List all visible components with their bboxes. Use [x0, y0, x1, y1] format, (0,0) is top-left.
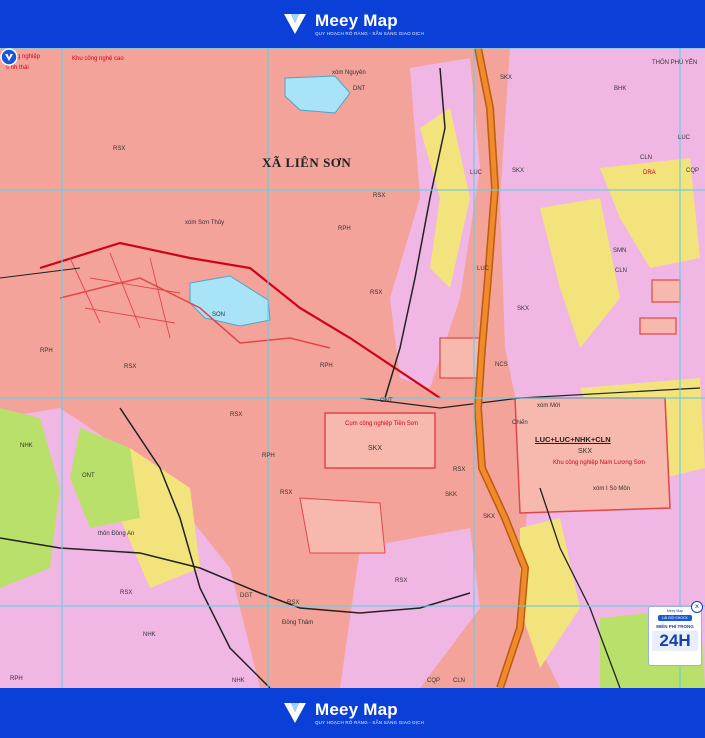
code-rph-4: RPH: [320, 363, 333, 369]
map-label-thon-phu-yen: THÔN PHÚ YÊN: [652, 60, 698, 66]
code-skx-2: SKX: [512, 168, 525, 174]
code-rph-2: RPH: [40, 348, 53, 354]
footer-brand-name: Meey Map: [314, 699, 398, 719]
code-rph-1: RPH: [338, 226, 351, 232]
code-ont-1: ONT: [82, 473, 95, 479]
code-luc-3: LUC: [678, 135, 691, 141]
code-nhk-2: NHK: [143, 632, 156, 638]
map-label-khu-cong-nghe-cao: Khu công nghệ cao: [72, 56, 124, 62]
bottom-footer-bar: Meey Map QUY HOẠCH RÕ RÀNG - SẴN SÀNG GI…: [0, 688, 705, 738]
code-rsx-9: RSX: [230, 412, 243, 418]
map-label-luc-combo: LUC+LUC+NHK+CLN: [535, 435, 611, 444]
planning-map[interactable]: Nông nghiệp s nh thái Khu công nghệ cao …: [0, 48, 705, 688]
code-ont-2: ONT: [380, 398, 393, 404]
brand-logo-group[interactable]: Meey Map QUY HOẠCH RÕ RÀNG - SẴN SÀNG GI…: [281, 10, 424, 38]
map-label-skx-main: SKX: [578, 448, 593, 455]
map-label-dong-tham: Đồng Thâm: [282, 620, 314, 626]
code-dnt-1: DNT: [353, 86, 366, 92]
code-skk-1: SKK: [445, 492, 458, 498]
code-rsx-1: RSX: [113, 146, 126, 152]
promo-badge-pill: LÀI BỘI SHOCK: [658, 615, 692, 621]
code-rsx-4: RSX: [280, 490, 293, 496]
brand-name: Meey Map: [314, 10, 398, 30]
code-rsx-8: RSX: [373, 193, 386, 199]
code-ncs-1: NCS: [495, 362, 508, 368]
meey-map-logo-icon: [283, 14, 306, 34]
meey-map-logo-icon: [283, 703, 306, 723]
map-label-xom-moi: xóm Mới: [537, 403, 561, 409]
top-header-bar: Meey Map QUY HOẠCH RÕ RÀNG - SẴN SÀNG GI…: [0, 0, 705, 48]
close-icon[interactable]: ×: [691, 601, 703, 613]
code-smn-1: SMN: [613, 248, 627, 254]
code-rsx-2: RSX: [370, 290, 383, 296]
code-rsx-6: RSX: [287, 600, 300, 606]
map-canvas: [0, 48, 705, 688]
code-skx-3: SKX: [517, 306, 530, 312]
location-marker-icon[interactable]: [0, 48, 18, 66]
map-label-cum-cong-nghiep-tien-son: Cụm công nghiệp Tiền Sơn: [345, 421, 418, 427]
code-dgt-1: DGT: [240, 593, 253, 599]
code-nhk-1: NHK: [232, 678, 245, 684]
code-rsx-3: RSX: [124, 364, 137, 370]
code-luc-1: LUC: [470, 170, 483, 176]
code-rsx-5: RSX: [120, 590, 133, 596]
code-skx-1: SKX: [500, 75, 513, 81]
code-cqp-2: CQP: [686, 168, 700, 174]
code-cln-1: CLN: [640, 155, 653, 161]
code-skx-4: SKX: [483, 514, 496, 520]
code-rph-3: RPH: [262, 453, 275, 459]
code-cqp-1: CQP: [427, 678, 441, 684]
promo-badge-24h: 24H: [652, 631, 698, 651]
code-luc-2: LUC: [477, 266, 490, 272]
code-cln-2: CLN: [615, 268, 628, 274]
code-rsx-7: RSX: [395, 578, 408, 584]
promo-badge-line: MIỄN PHÍ TRONG: [656, 624, 694, 629]
map-label-xom-nguyen: xóm Nguyên: [332, 70, 366, 76]
brand-tagline: QUY HOẠCH RÕ RÀNG - SẴN SÀNG GIAO DỊCH: [314, 30, 425, 36]
map-label-xom-son-thuy: xóm Sơn Thủy: [185, 220, 225, 226]
map-label-chien: Chiến: [512, 420, 528, 426]
code-rph-5: RPH: [10, 676, 23, 682]
footer-brand-group[interactable]: Meey Map QUY HOẠCH RÕ RÀNG - SẴN SÀNG GI…: [281, 699, 424, 727]
code-dra-1: DRA: [643, 170, 656, 176]
code-cln-3: CLN: [453, 678, 466, 684]
commune-name-label: XÃ LIÊN SƠN: [262, 155, 352, 170]
map-label-son-lake: SON: [212, 312, 226, 318]
map-label-xom-i-so-mon: xóm I Sò Môn: [593, 486, 631, 492]
map-label-kcn-nam-luong-son: Khu công nghiệp Nam Lương Sơn: [553, 460, 645, 466]
code-skx-ccn: SKX: [368, 445, 383, 452]
map-label-thon-dong-an: thôn Đồng An: [98, 531, 135, 537]
code-rsx-10: RSX: [453, 467, 466, 473]
promo-badge[interactable]: Meey Map LÀI BỘI SHOCK MIỄN PHÍ TRONG 24…: [648, 606, 702, 666]
footer-brand-tagline: QUY HOẠCH RÕ RÀNG - SẴN SÀNG GIAO DỊCH: [314, 719, 425, 725]
code-bhk-1: BHK: [614, 86, 627, 92]
code-nhk-3: NHK: [20, 443, 33, 449]
